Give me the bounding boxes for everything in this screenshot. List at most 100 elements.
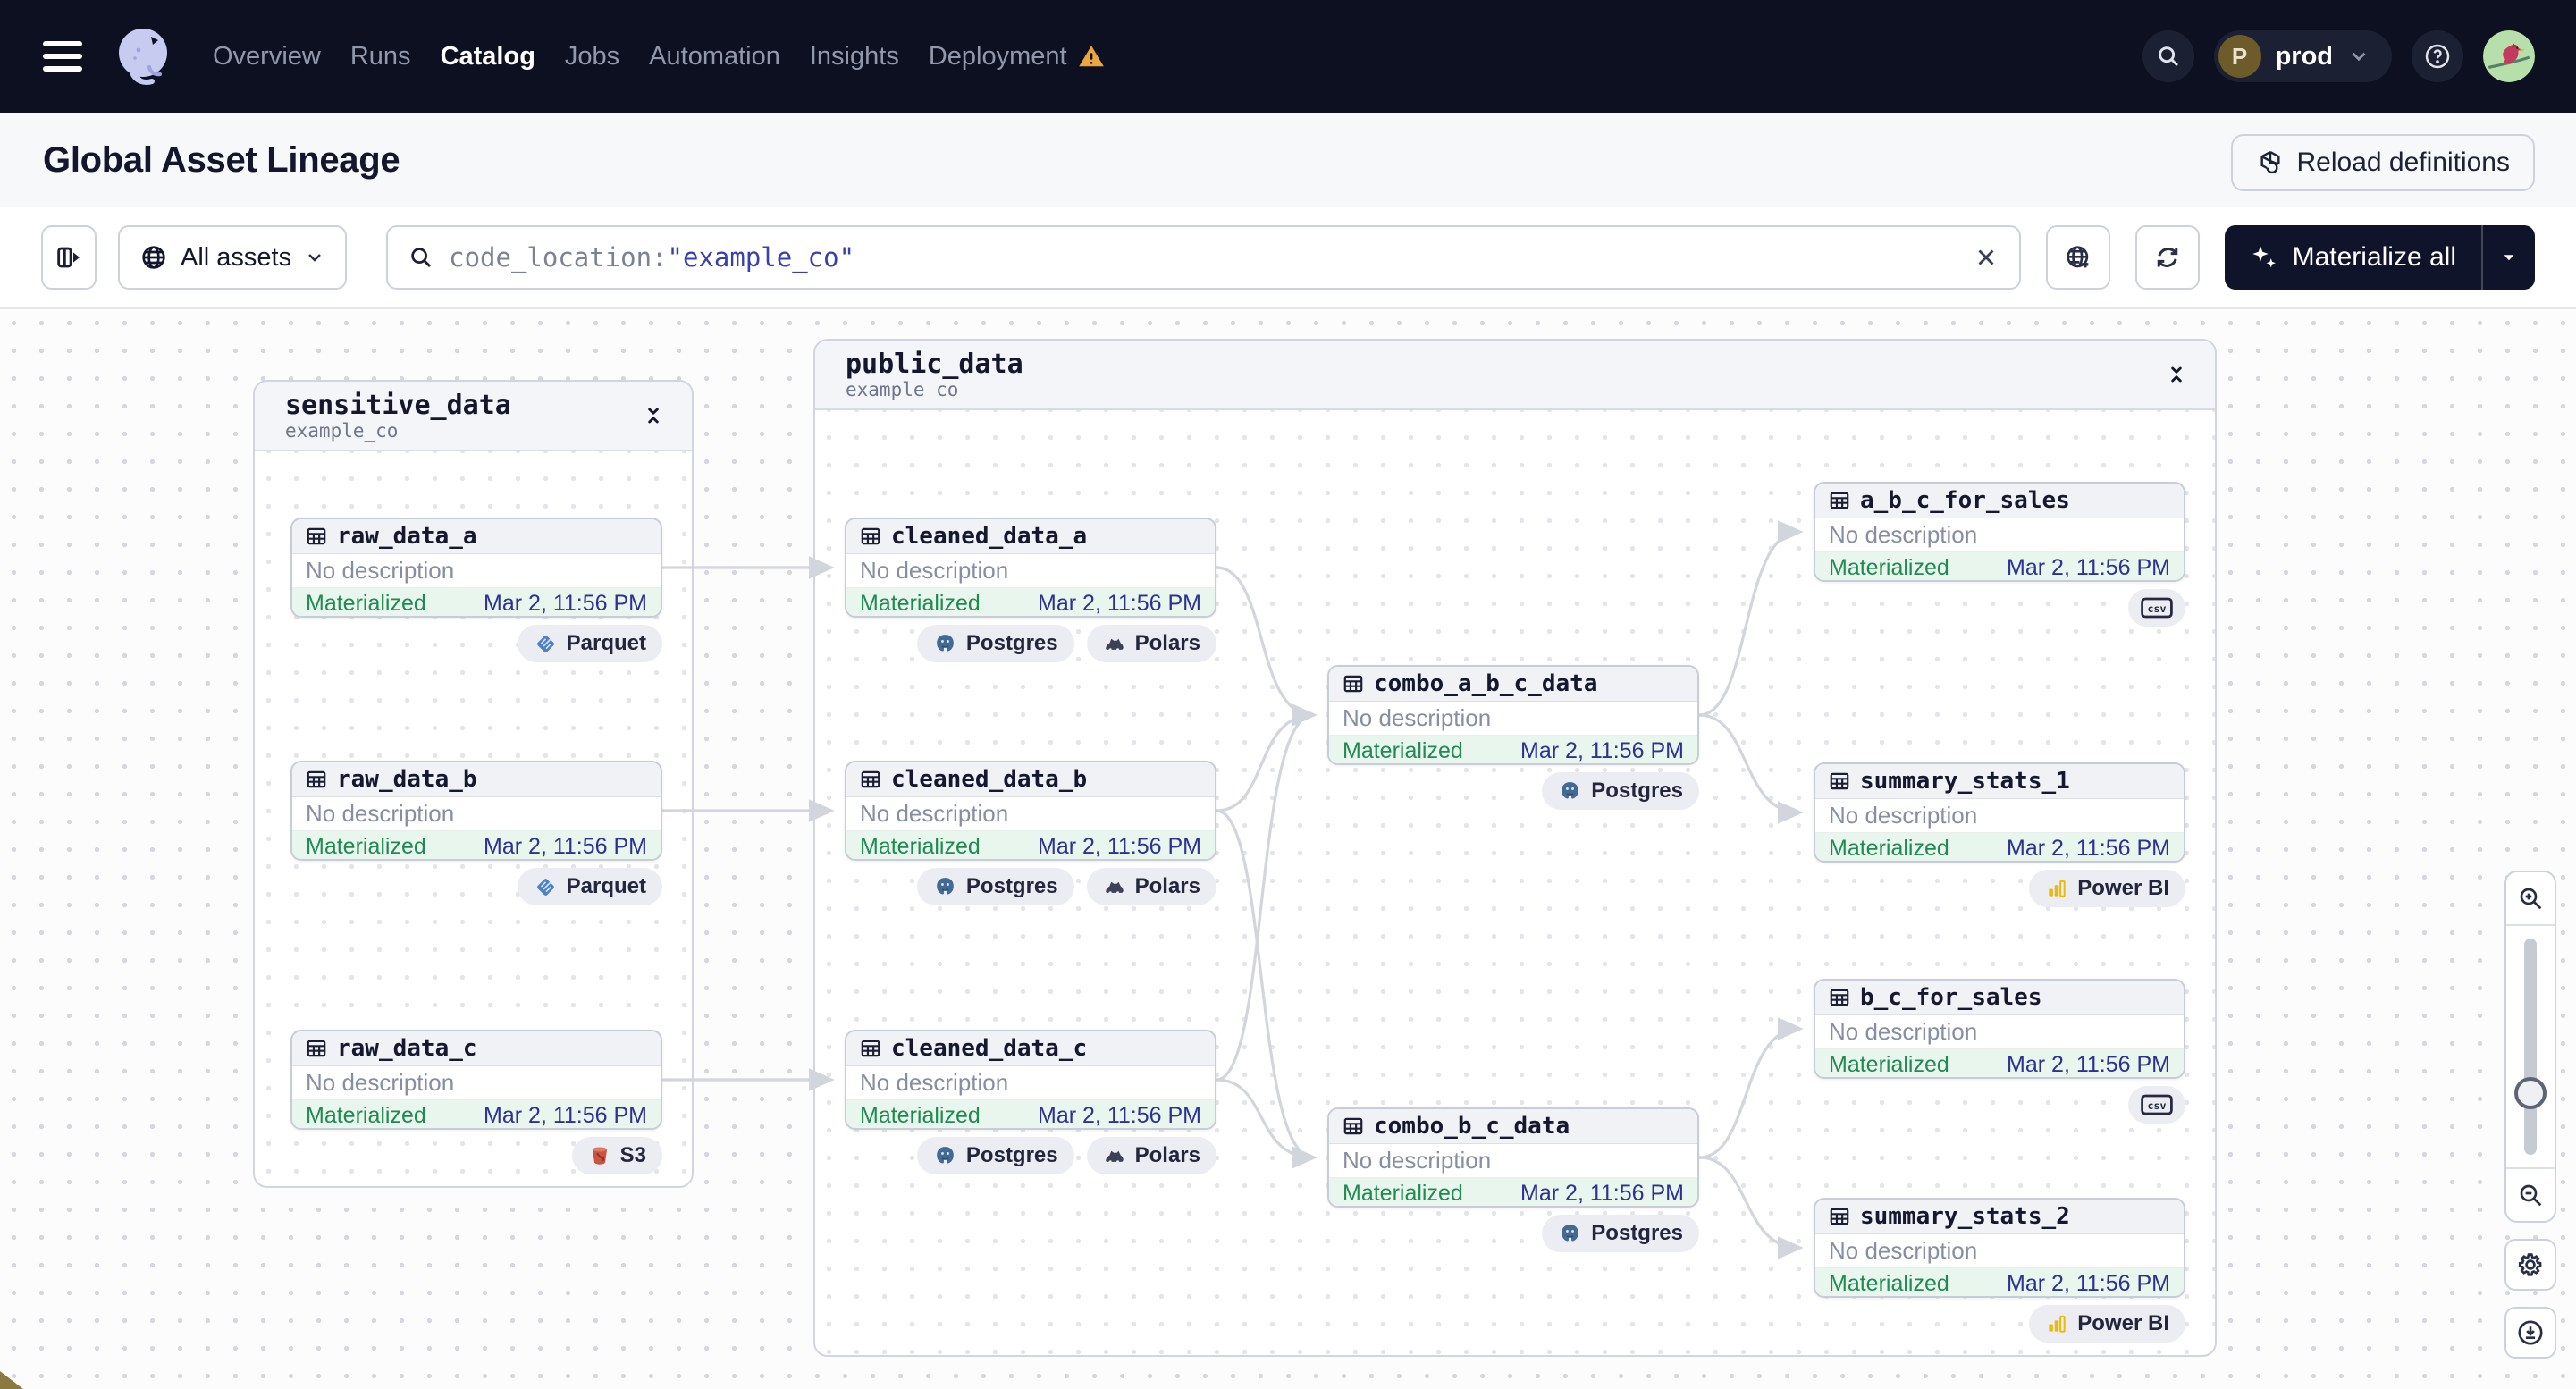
asset-node-raw_data_a[interactable]: raw_data_a No description Materialized M… — [290, 518, 662, 618]
tag-polars[interactable]: Polars — [1086, 625, 1216, 662]
panel-toggle-icon[interactable] — [41, 225, 97, 290]
zoom-out-button[interactable] — [2506, 1167, 2555, 1221]
asset-node-combo_b_c_data[interactable]: combo_b_c_data No description Materializ… — [1327, 1107, 1699, 1208]
materialization-timestamp[interactable]: Mar 2, 11:56 PM — [484, 1103, 647, 1128]
new-asset-globe-button[interactable] — [2045, 225, 2110, 290]
tag-power-bi[interactable]: Power BI — [2029, 1305, 2185, 1343]
svg-text:csv: csv — [2148, 602, 2167, 615]
asset-node-cleaned_data_b[interactable]: cleaned_data_b No description Materializ… — [845, 761, 1216, 861]
materialize-options-caret[interactable] — [2483, 225, 2535, 290]
tag-postgres[interactable]: Postgres — [916, 1137, 1074, 1174]
group-header[interactable]: public_data example_co — [815, 341, 2215, 410]
reload-definitions-button[interactable]: Reload definitions — [2230, 134, 2535, 191]
user-avatar[interactable] — [2483, 30, 2535, 82]
search-icon[interactable] — [2142, 30, 2194, 82]
dagster-logo[interactable] — [107, 21, 179, 92]
collapse-group-icon[interactable] — [642, 404, 665, 427]
nav-item-deployment[interactable]: Deployment — [929, 42, 1105, 72]
collapse-group-icon[interactable] — [2165, 363, 2188, 386]
nav-right: P prod — [2142, 0, 2535, 113]
lineage-canvas[interactable]: sensitive_data example_co public_data ex… — [0, 309, 2576, 1389]
materialization-timestamp[interactable]: Mar 2, 11:56 PM — [2007, 1052, 2170, 1077]
asset-description: No description — [1329, 702, 1697, 736]
nav-item-overview[interactable]: Overview — [213, 42, 321, 72]
tag-postgres[interactable]: Postgres — [1542, 1215, 1699, 1252]
download-image-button[interactable] — [2504, 1307, 2556, 1359]
status-badge: Materialized — [1829, 1271, 1949, 1296]
asset-node-b_c_for_sales[interactable]: b_c_for_sales No description Materialize… — [1814, 979, 2185, 1079]
tag-postgres[interactable]: Postgres — [916, 868, 1074, 905]
materialization-timestamp[interactable]: Mar 2, 11:56 PM — [2007, 555, 2170, 580]
materialization-timestamp[interactable]: Mar 2, 11:56 PM — [1038, 834, 1201, 859]
asset-node-summary_stats_2[interactable]: summary_stats_2 No description Materiali… — [1814, 1198, 2185, 1298]
menu-icon[interactable] — [43, 41, 82, 72]
polars-icon — [1105, 638, 1124, 650]
asset-tags: csv — [1814, 1086, 2185, 1124]
asset-node-a_b_c_for_sales[interactable]: a_b_c_for_sales No description Materiali… — [1814, 482, 2185, 582]
asset-node-header: combo_b_c_data — [1329, 1109, 1697, 1144]
graph-settings-button[interactable] — [2504, 1239, 2556, 1291]
zoom-in-button[interactable] — [2506, 872, 2555, 926]
tag-postgres[interactable]: Postgres — [916, 625, 1074, 662]
tag-csv[interactable]: csv — [2128, 589, 2185, 627]
materialize-all-main[interactable]: Materialize all — [2225, 225, 2481, 290]
asset-tags: Power BI — [1814, 1305, 2185, 1343]
table-icon — [861, 1040, 880, 1057]
materialization-timestamp[interactable]: Mar 2, 11:56 PM — [1520, 1181, 1684, 1206]
tag-parquet[interactable]: Parquet — [517, 868, 662, 905]
csv-icon: csv — [2141, 1094, 2173, 1115]
asset-node-cleaned_data_a[interactable]: cleaned_data_a No description Materializ… — [845, 518, 1216, 618]
tag-polars[interactable]: Polars — [1086, 1137, 1216, 1174]
materialization-timestamp[interactable]: Mar 2, 11:56 PM — [1038, 591, 1201, 616]
refresh-button[interactable] — [2134, 225, 2200, 290]
materialization-timestamp[interactable]: Mar 2, 11:56 PM — [1520, 738, 1684, 763]
asset-tags: Postgres Polars — [845, 868, 1216, 905]
tag-polars[interactable]: Polars — [1086, 868, 1216, 905]
zoom-slider[interactable] — [2506, 926, 2555, 1167]
asset-name: combo_a_b_c_data — [1374, 670, 1598, 697]
nav-item-catalog[interactable]: Catalog — [441, 42, 535, 72]
materialization-timestamp[interactable]: Mar 2, 11:56 PM — [2007, 836, 2170, 861]
help-icon[interactable] — [2412, 30, 2463, 82]
svg-text:csv: csv — [2148, 1099, 2167, 1112]
asset-node-cleaned_data_c[interactable]: cleaned_data_c No description Materializ… — [845, 1030, 1216, 1130]
table-icon — [861, 770, 880, 788]
asset-name: cleaned_data_a — [891, 523, 1088, 550]
materialization-timestamp[interactable]: Mar 2, 11:56 PM — [484, 591, 647, 616]
materialization-timestamp[interactable]: Mar 2, 11:56 PM — [2007, 1271, 2170, 1296]
asset-description: No description — [1815, 799, 2184, 833]
asset-scope-select[interactable]: All assets — [118, 225, 348, 290]
materialize-all-button[interactable]: Materialize all — [2224, 225, 2535, 290]
postgres-icon — [1562, 1224, 1579, 1242]
nav-item-automation[interactable]: Automation — [649, 42, 780, 72]
materialization-timestamp[interactable]: Mar 2, 11:56 PM — [1038, 1103, 1201, 1128]
group-header[interactable]: sensitive_data example_co — [255, 382, 692, 451]
asset-node-header: a_b_c_for_sales — [1815, 484, 2184, 518]
zoom-slider-thumb[interactable] — [2514, 1077, 2547, 1109]
asset-node-raw_data_c[interactable]: raw_data_c No description Materialized M… — [290, 1030, 662, 1130]
nav-item-jobs[interactable]: Jobs — [565, 42, 619, 72]
clear-icon[interactable] — [1973, 244, 1999, 271]
tag-power-bi[interactable]: Power BI — [2029, 870, 2185, 907]
asset-node-raw_data_b[interactable]: raw_data_b No description Materialized M… — [290, 761, 662, 861]
asset-node-summary_stats_1[interactable]: summary_stats_1 No description Materiali… — [1814, 762, 2185, 863]
materialization-timestamp[interactable]: Mar 2, 11:56 PM — [484, 834, 647, 859]
nav-item-runs[interactable]: Runs — [350, 42, 411, 72]
postgres-icon — [937, 877, 954, 895]
deployment-switcher[interactable]: P prod — [2213, 30, 2392, 82]
materialize-all-label: Materialize all — [2292, 242, 2456, 272]
status-badge: Materialized — [1829, 555, 1949, 580]
tag-postgres[interactable]: Postgres — [1542, 772, 1699, 810]
tag-csv[interactable]: csv — [2128, 1086, 2185, 1124]
search-query-text: code_location:"example_co" — [449, 242, 855, 273]
zoom-slider-track[interactable] — [2524, 939, 2537, 1155]
asset-node-combo_a_b_c_data[interactable]: combo_a_b_c_data No description Material… — [1327, 665, 1699, 765]
tag-parquet[interactable]: Parquet — [517, 625, 662, 662]
zoom-in-icon — [2520, 888, 2542, 910]
asset-search-input[interactable]: code_location:"example_co" — [386, 225, 2021, 290]
asset-description: No description — [292, 554, 661, 588]
group-subtitle: example_co — [285, 419, 399, 442]
tag-s3[interactable]: S3 — [571, 1137, 662, 1174]
nav-item-insights[interactable]: Insights — [810, 42, 899, 72]
csv-icon: csv — [2141, 597, 2173, 619]
